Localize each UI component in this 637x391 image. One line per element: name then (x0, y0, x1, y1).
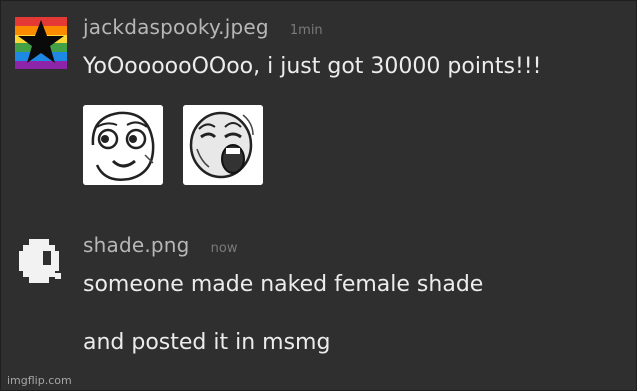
timestamp: now (210, 241, 238, 256)
message-text: and posted it in msmg (83, 330, 331, 355)
chat-window: jackdaspooky.jpeg 1min YoOoooooOOoo, i j… (0, 0, 637, 391)
message-header: jackdaspooky.jpeg 1min (83, 15, 622, 45)
avatar[interactable] (15, 235, 67, 287)
rainbow-star-icon (15, 17, 67, 69)
message-header: shade.png now (83, 233, 622, 263)
message-content: jackdaspooky.jpeg 1min YoOoooooOOoo, i j… (83, 15, 622, 187)
lol-face-icon (183, 105, 263, 185)
message-text: YoOoooooOOoo, i just got 30000 points!!! (83, 54, 542, 79)
derp-face-icon (83, 105, 163, 185)
shade-icon (19, 239, 61, 283)
avatar[interactable] (15, 17, 67, 69)
username[interactable]: shade.png (83, 233, 190, 257)
message-content: shade.png now someone made naked female … (83, 233, 622, 357)
emote-row (83, 105, 622, 187)
message-text: someone made naked female shade (83, 272, 484, 297)
watermark: imgflip.com (7, 374, 72, 387)
username[interactable]: jackdaspooky.jpeg (83, 15, 269, 39)
timestamp: 1min (289, 23, 323, 38)
